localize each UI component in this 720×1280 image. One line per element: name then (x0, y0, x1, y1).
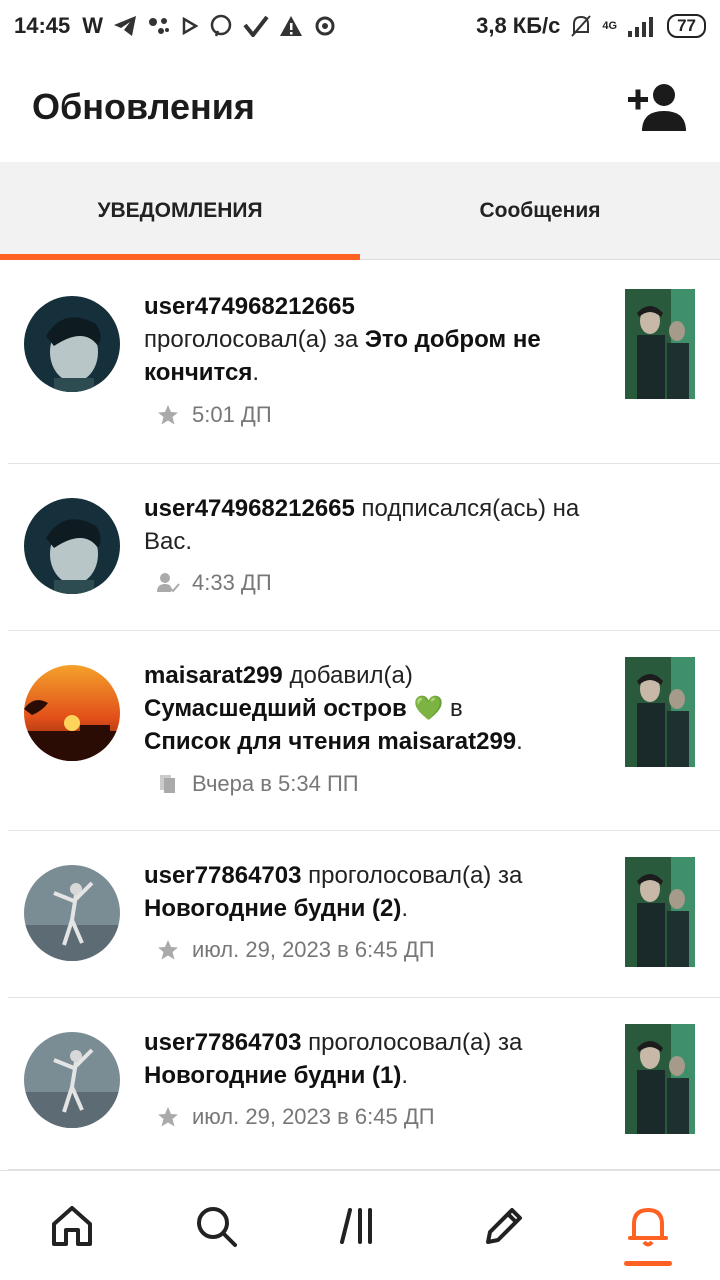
w-app-icon: W (82, 13, 104, 38)
mute-icon (571, 15, 592, 37)
avatar[interactable] (24, 296, 120, 392)
notification-meta: 4:33 ДП (156, 570, 272, 596)
notification-item[interactable]: user474968212665 проголосовал(а) за Это … (8, 262, 720, 464)
notification-text: user474968212665 проголосовал(а) за Это … (144, 293, 541, 386)
nav-search[interactable] (144, 1171, 288, 1280)
tab-notifications[interactable]: УВЕДОМЛЕНИЯ (0, 162, 360, 260)
page-title: Обновления (32, 86, 255, 127)
story-cover[interactable] (625, 289, 695, 399)
write-icon (486, 1207, 522, 1244)
story-cover[interactable] (625, 1024, 695, 1134)
story-title[interactable]: Сумасшедший остров (144, 695, 407, 722)
follow-icon (157, 573, 180, 593)
user-name[interactable]: maisarat299 (144, 662, 283, 689)
notification-text: user474968212665 подписался(ась) на Вас. (144, 492, 604, 558)
bottom-nav (0, 1170, 720, 1280)
timestamp: 5:01 ДП (192, 402, 272, 427)
notification-meta: 5:01 ДП (156, 402, 272, 428)
telegram-icon (114, 16, 137, 36)
story-title[interactable]: Новогодние будни (2) (144, 895, 401, 922)
tab-messages[interactable]: Сообщения (360, 162, 720, 259)
tab-bar: УВЕДОМЛЕНИЯ Сообщения (0, 162, 720, 260)
network-speed: 3,8 КБ/с (476, 13, 561, 38)
library-icon (340, 1207, 372, 1244)
avatar[interactable] (24, 1032, 120, 1128)
action-text: проголосовал(а) за (308, 862, 523, 889)
star-icon (158, 405, 178, 425)
add-friend-icon[interactable] (628, 77, 688, 137)
network-type: 4G (602, 19, 618, 32)
user-name[interactable]: user77864703 (144, 862, 301, 889)
connector-text: в (450, 695, 463, 722)
notification-meta: Вчера в 5:34 ПП (156, 771, 359, 797)
status-bar: 14:45 W 3,8 КБ/с 4G 77 (0, 0, 720, 52)
nav-home[interactable] (0, 1171, 144, 1280)
notification-meta: июл. 29, 2023 в 6:45 ДП (156, 937, 435, 963)
viber-icon (210, 14, 232, 37)
search-icon (197, 1206, 237, 1247)
notification-meta: июл. 29, 2023 в 6:45 ДП (156, 1104, 435, 1130)
action-text: проголосовал(а) за (144, 326, 359, 353)
notification-item[interactable]: user77864703 проголосовал(а) за Новогодн… (8, 831, 720, 998)
status-time: 14:45 (14, 13, 71, 38)
timestamp: июл. 29, 2023 в 6:45 ДП (192, 937, 435, 962)
action-text: проголосовал(а) за (308, 1029, 523, 1056)
warning-icon (280, 16, 303, 36)
sync-icon (315, 16, 335, 36)
signal-icon (628, 17, 654, 37)
user-name[interactable]: user474968212665 (144, 293, 355, 320)
notification-item[interactable]: user77864703 проголосовал(а) за Новогодн… (8, 998, 720, 1170)
timestamp: Вчера в 5:34 ПП (192, 771, 359, 796)
user-name[interactable]: user474968212665 (144, 495, 355, 522)
avatar[interactable] (24, 865, 120, 961)
status-right: 3,8 КБ/с 4G 77 (476, 13, 706, 39)
user-name[interactable]: user77864703 (144, 1029, 301, 1056)
notification-text: user77864703 проголосовал(а) за Новогодн… (144, 862, 523, 922)
check-app-icon (243, 15, 269, 37)
bell-icon (628, 1207, 668, 1246)
app-bar: Обновления (0, 52, 720, 162)
notification-item[interactable]: user474968212665 подписался(ась) на Вас.… (8, 464, 720, 631)
star-icon (158, 1107, 178, 1127)
avatar[interactable] (24, 665, 120, 761)
notification-text: user77864703 проголосовал(а) за Новогодн… (144, 1029, 523, 1089)
battery-indicator: 77 (667, 14, 706, 38)
notification-list: user474968212665 проголосовал(а) за Это … (8, 262, 720, 1170)
nav-library[interactable] (288, 1171, 432, 1280)
story-cover[interactable] (625, 657, 695, 767)
timestamp: 4:33 ДП (192, 570, 272, 595)
assistant-icon (149, 18, 170, 34)
notification-icons: W (82, 13, 337, 39)
notification-text: maisarat299 добавил(а) Сумасшедший остро… (144, 662, 523, 755)
home-icon (52, 1205, 92, 1246)
reading-list-title[interactable]: Список для чтения maisarat299 (144, 728, 516, 755)
story-cover[interactable] (625, 857, 695, 967)
reading-list-icon (160, 775, 175, 793)
nav-write[interactable] (432, 1171, 576, 1280)
play-icon (182, 16, 199, 36)
action-text: добавил(а) (289, 662, 413, 689)
story-title[interactable]: Новогодние будни (1) (144, 1062, 401, 1089)
green-heart-emoji: 💚 (413, 695, 444, 722)
timestamp: июл. 29, 2023 в 6:45 ДП (192, 1104, 435, 1129)
notification-item[interactable]: maisarat299 добавил(а) Сумасшедший остро… (8, 631, 720, 831)
star-icon (158, 940, 178, 960)
nav-notifications[interactable] (576, 1171, 720, 1280)
avatar[interactable] (24, 498, 120, 594)
